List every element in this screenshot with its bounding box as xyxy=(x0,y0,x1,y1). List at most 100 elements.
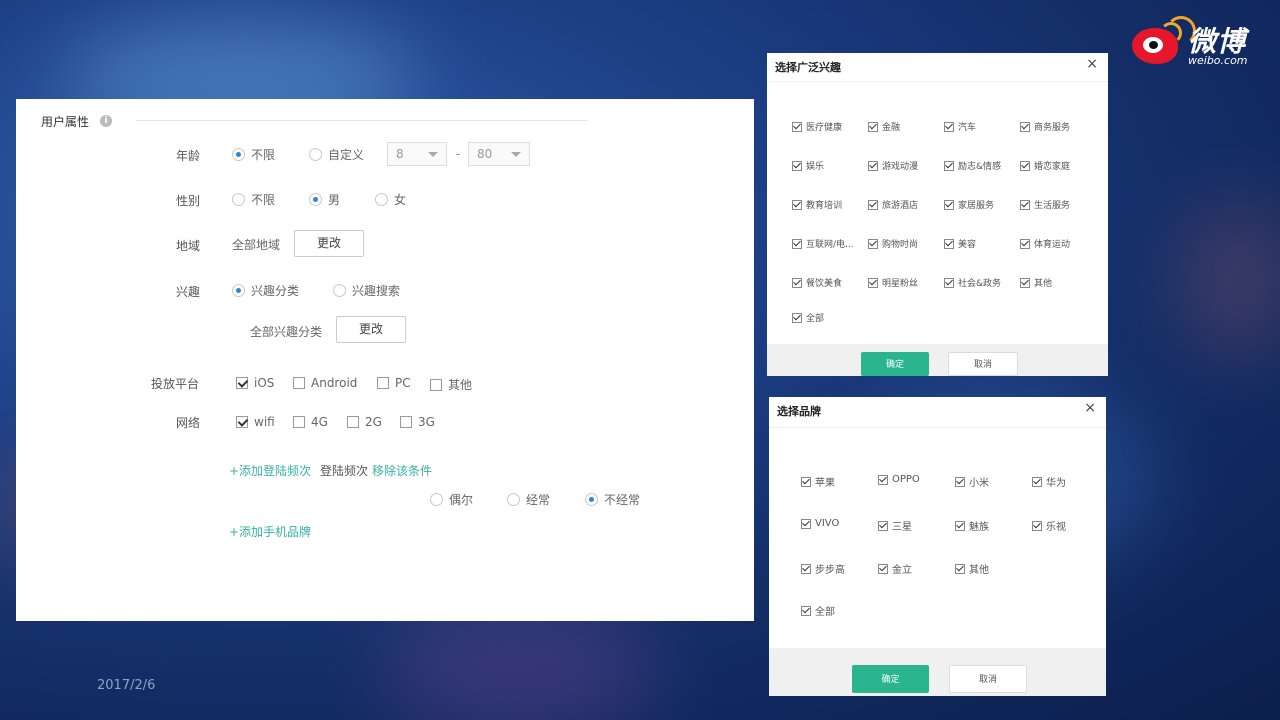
close-icon[interactable]: × xyxy=(1084,400,1096,416)
interest-option-checkbox[interactable]: 商务服务 xyxy=(1020,120,1070,133)
brand-option-checkbox[interactable]: 小米 xyxy=(955,474,989,489)
radio-label: 女 xyxy=(394,193,407,207)
brand-option-checkbox[interactable]: 三星 xyxy=(878,518,912,533)
interest-option-checkbox[interactable]: 旅游酒店 xyxy=(868,198,918,211)
info-icon[interactable]: i xyxy=(100,115,112,127)
checkbox-icon xyxy=(944,277,954,288)
checkbox-icon xyxy=(955,520,965,531)
brand-option-checkbox[interactable]: 全部 xyxy=(801,603,835,618)
interest-search-radio[interactable]: 兴趣搜索 xyxy=(333,282,400,299)
checkbox-icon xyxy=(792,160,802,171)
brand-option-checkbox[interactable]: VIVO xyxy=(801,518,839,529)
interest-option-checkbox[interactable]: 美容 xyxy=(944,237,976,250)
platform-checkbox-android[interactable]: Android xyxy=(293,376,357,390)
interest-option-checkbox[interactable]: 体育运动 xyxy=(1020,237,1070,250)
interest-option-checkbox[interactable]: 医疗健康 xyxy=(792,120,842,133)
gender-unlimited-radio[interactable]: 不限 xyxy=(232,191,275,208)
brand-option-checkbox[interactable]: 金立 xyxy=(878,561,912,576)
checkbox-icon xyxy=(868,277,878,288)
checkbox-label: 全部 xyxy=(815,607,835,618)
interest-option-checkbox[interactable]: 明星粉丝 xyxy=(868,276,918,289)
interest-option-checkbox[interactable]: 汽车 xyxy=(944,120,976,133)
brand-option-checkbox[interactable]: 其他 xyxy=(955,561,989,576)
radio-icon xyxy=(430,493,443,506)
checkbox-label: 美容 xyxy=(958,240,977,250)
gender-female-radio[interactable]: 女 xyxy=(375,191,406,208)
interest-option-checkbox[interactable]: 娱乐 xyxy=(792,159,824,172)
radio-icon xyxy=(309,148,322,161)
radio-label: 自定义 xyxy=(328,148,365,162)
age-max-select[interactable]: 80 xyxy=(468,142,530,166)
radio-icon xyxy=(585,493,598,506)
platform-checkbox-other[interactable]: 其他 xyxy=(430,376,472,393)
network-checkbox-wifi[interactable]: wifi xyxy=(236,415,275,429)
brand-option-checkbox[interactable]: 华为 xyxy=(1032,474,1066,489)
brand-option-checkbox[interactable]: 苹果 xyxy=(801,474,835,489)
checkbox-icon xyxy=(1020,160,1030,171)
remove-condition-link[interactable]: 移除该条件 xyxy=(372,462,432,479)
platform-checkbox-ios[interactable]: iOS xyxy=(236,376,274,390)
network-checkbox-3g[interactable]: 3G xyxy=(400,415,435,429)
checkbox-icon xyxy=(293,416,305,428)
brand-option-checkbox[interactable]: 乐视 xyxy=(1032,518,1066,533)
checkbox-label: 婚恋家庭 xyxy=(1034,162,1071,172)
range-dash: - xyxy=(456,147,461,161)
platform-label: 投放平台 xyxy=(151,377,200,391)
add-phone-brand-link[interactable]: +添加手机品牌 xyxy=(229,523,311,540)
brand-option-checkbox[interactable]: 步步高 xyxy=(801,561,845,576)
interest-option-checkbox[interactable]: 其他 xyxy=(1020,276,1052,289)
brand-option-checkbox[interactable]: OPPO xyxy=(878,474,920,485)
platform-checkbox-pc[interactable]: PC xyxy=(377,376,411,390)
interest-dialog: 选择广泛兴趣 × 医疗健康 金融 汽车 商务服务 娱乐 游戏动漫 励志&情感 婚恋家庭 教育培训… xyxy=(767,53,1108,376)
freq-often-radio[interactable]: 经常 xyxy=(507,491,550,508)
radio-label: 不经常 xyxy=(604,493,641,507)
interest-option-checkbox[interactable]: 励志&情感 xyxy=(944,159,1001,172)
interest-option-checkbox[interactable]: 家居服务 xyxy=(944,198,994,211)
interest-option-checkbox[interactable]: 游戏动漫 xyxy=(868,159,918,172)
checkbox-label: 其他 xyxy=(1034,279,1053,289)
age-custom-radio[interactable]: 自定义 xyxy=(309,146,364,163)
interest-option-checkbox[interactable]: 互联网/电... xyxy=(792,237,854,250)
interest-category-radio[interactable]: 兴趣分类 xyxy=(232,282,299,299)
brand-option-checkbox[interactable]: 魅族 xyxy=(955,518,989,533)
interest-option-checkbox[interactable]: 金融 xyxy=(868,120,900,133)
interest-option-checkbox[interactable]: 生活服务 xyxy=(1020,198,1070,211)
checkbox-icon xyxy=(792,121,802,132)
interest-option-checkbox[interactable]: 婚恋家庭 xyxy=(1020,159,1070,172)
network-checkbox-4g[interactable]: 4G xyxy=(293,415,328,429)
age-min-select[interactable]: 8 xyxy=(387,142,447,166)
confirm-button[interactable]: 确定 xyxy=(861,352,929,376)
cancel-button[interactable]: 取消 xyxy=(948,352,1018,376)
interest-option-checkbox[interactable]: 社会&政务 xyxy=(944,276,1001,289)
close-icon[interactable]: × xyxy=(1086,56,1098,72)
checkbox-label: 4G xyxy=(311,415,328,429)
interest-option-checkbox[interactable]: 餐饮美食 xyxy=(792,276,842,289)
checkbox-icon xyxy=(1020,121,1030,132)
checkbox-label: 医疗健康 xyxy=(806,123,843,133)
checkbox-label: 餐饮美食 xyxy=(806,279,843,289)
interest-option-checkbox[interactable]: 购物时尚 xyxy=(868,237,918,250)
freq-rarely-radio[interactable]: 不经常 xyxy=(585,491,640,508)
chevron-down-icon xyxy=(511,152,521,157)
add-login-frequency-link[interactable]: +添加登陆频次 xyxy=(229,462,311,479)
age-unlimited-radio[interactable]: 不限 xyxy=(232,146,275,163)
confirm-button[interactable]: 确定 xyxy=(852,665,929,693)
change-region-button[interactable]: 更改 xyxy=(294,230,364,257)
radio-label: 不限 xyxy=(251,193,276,207)
checkbox-icon xyxy=(868,121,878,132)
gender-male-radio[interactable]: 男 xyxy=(309,191,340,208)
checkbox-icon xyxy=(944,199,954,210)
checkbox-label: OPPO xyxy=(892,474,920,485)
logo-subtext: weibo.com xyxy=(1188,54,1248,67)
checkbox-label: 魅族 xyxy=(969,522,989,533)
interest-option-checkbox[interactable]: 教育培训 xyxy=(792,198,842,211)
network-checkbox-2g[interactable]: 2G xyxy=(347,415,382,429)
checkbox-label: 小米 xyxy=(969,478,989,489)
freq-occasional-radio[interactable]: 偶尔 xyxy=(430,491,473,508)
dialog-footer: 确定 取消 xyxy=(767,344,1108,376)
checkbox-icon xyxy=(801,476,811,487)
cancel-button[interactable]: 取消 xyxy=(949,665,1027,693)
change-interest-button[interactable]: 更改 xyxy=(336,316,406,343)
interest-option-checkbox[interactable]: 全部 xyxy=(792,311,824,324)
age-label: 年龄 xyxy=(176,149,201,163)
